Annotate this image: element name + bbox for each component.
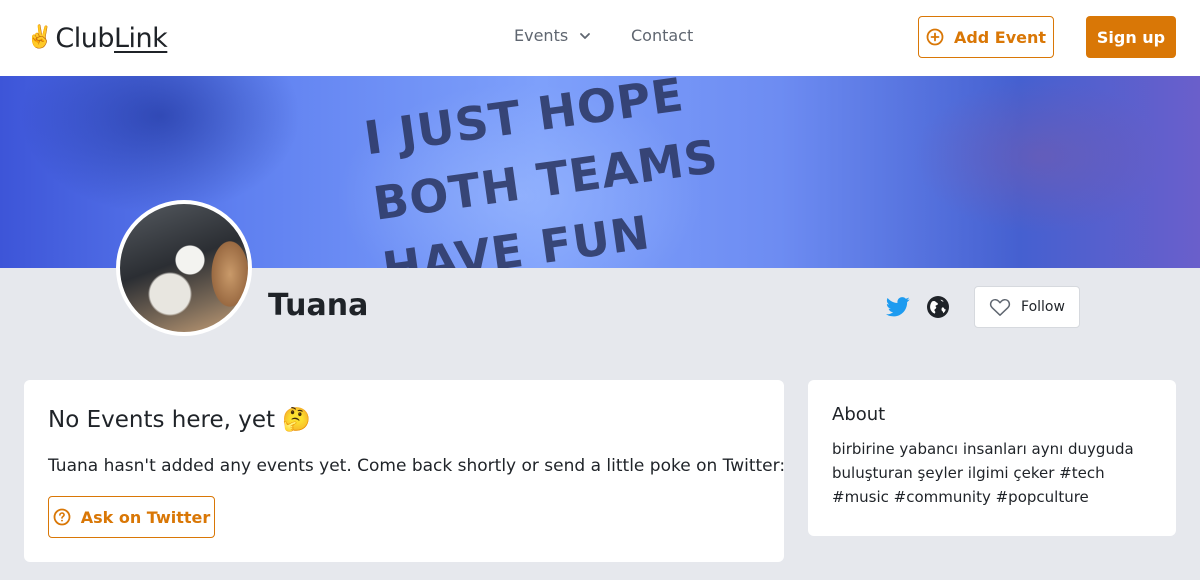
victory-hand-icon: ✌️ xyxy=(26,25,54,50)
ask-on-twitter-label: Ask on Twitter xyxy=(80,507,211,527)
events-card: No Events here, yet 🤔 Tuana hasn't added… xyxy=(24,380,786,562)
globe-icon[interactable] xyxy=(926,295,950,319)
avatar xyxy=(116,200,252,336)
heart-icon xyxy=(989,298,1011,316)
logo-link-text: Link xyxy=(114,22,168,54)
nav-events-dropdown[interactable]: Events xyxy=(514,26,592,45)
logo-club-text: Club xyxy=(55,22,115,54)
add-event-label: Add Event xyxy=(953,27,1047,47)
sign-up-button[interactable]: Sign up xyxy=(1086,16,1176,58)
profile-name: Tuana xyxy=(268,288,369,323)
ask-on-twitter-button[interactable]: Ask on Twitter xyxy=(48,496,215,538)
cover-shirt-text: I JUST HOPE BOTH TEAMS HAVE FUN xyxy=(360,76,722,268)
top-header: ✌️ ClubLink Events Contact Add Event Sig… xyxy=(0,0,1200,76)
chevron-down-icon xyxy=(580,32,591,39)
twitter-icon[interactable] xyxy=(886,296,910,318)
follow-button[interactable]: Follow xyxy=(974,286,1080,328)
clublink-logo[interactable]: ✌️ ClubLink xyxy=(26,20,168,56)
events-card-text: Tuana hasn't added any events yet. Come … xyxy=(48,456,786,476)
follow-label: Follow xyxy=(1021,299,1065,315)
question-circle-icon xyxy=(53,508,71,526)
about-card: About birbirine yabancı insanları aynı d… xyxy=(808,380,1176,536)
add-event-button[interactable]: Add Event xyxy=(918,16,1054,58)
events-card-title: No Events here, yet 🤔 xyxy=(48,407,311,433)
about-card-title: About xyxy=(832,404,886,425)
nav-contact-link[interactable]: Contact xyxy=(631,26,693,45)
about-card-text: birbirine yabancı insanları aynı duyguda… xyxy=(832,440,1134,506)
logo-text: ClubLink xyxy=(55,23,167,54)
nav-events-label: Events xyxy=(514,26,569,45)
plus-circle-icon xyxy=(926,28,944,46)
